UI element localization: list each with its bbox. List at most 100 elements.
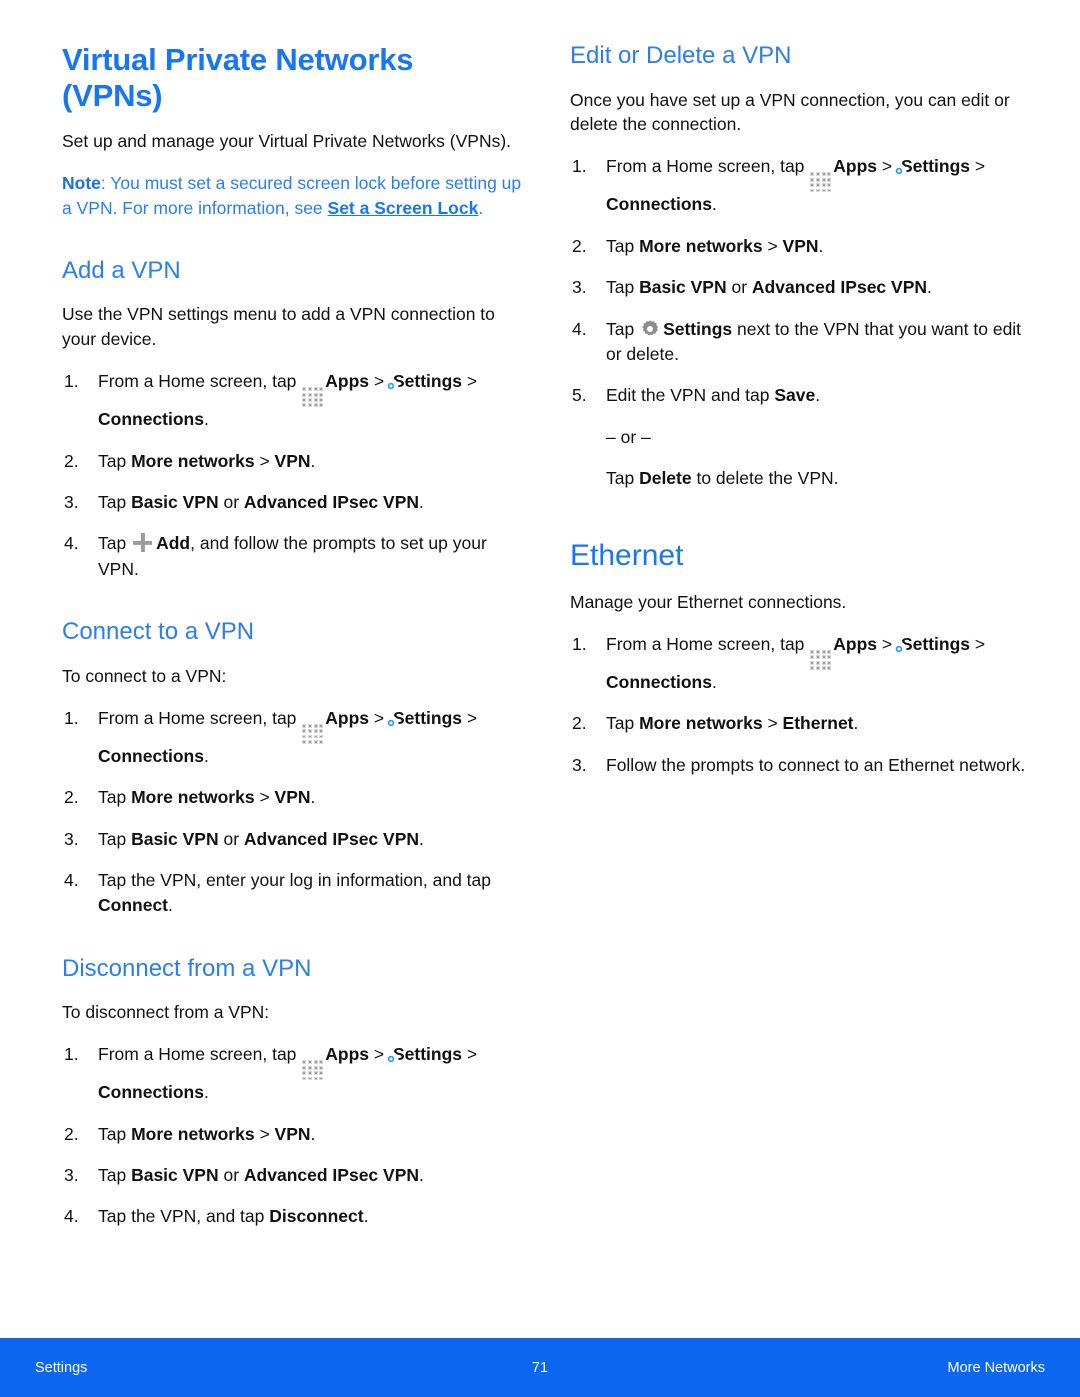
list-item: 3. Tap Basic VPN or Advanced IPsec VPN.	[570, 275, 1030, 300]
list-item: 2. Tap More networks > VPN.	[570, 234, 1030, 259]
apps-grid-icon	[810, 172, 832, 193]
sep: >	[254, 787, 275, 808]
settings-label: Settings	[663, 318, 733, 339]
footer-topic-label: More Networks	[947, 1359, 1046, 1376]
step-text: Tap	[606, 277, 640, 298]
heading-add-a-vpn: Add a VPN	[62, 256, 181, 284]
period: .	[168, 895, 173, 916]
more-networks-label: More networks	[131, 450, 255, 471]
step-number: 4.	[572, 318, 587, 339]
step-number: 3.	[572, 277, 587, 298]
period: .	[310, 1123, 316, 1144]
period: .	[419, 828, 424, 849]
disconnect-from-a-vpn-steps: 1. From a Home screen, tap Apps > Setting…	[62, 1042, 522, 1230]
period: .	[203, 745, 209, 766]
list-item: 1. From a Home screen, tap Apps > Setting…	[570, 154, 1030, 218]
note-paragraph: Note: You must set a secured screen lock…	[62, 171, 522, 221]
connections-label: Connections	[98, 409, 204, 430]
more-networks-label: More networks	[131, 1123, 255, 1144]
heading-ethernet: Ethernet	[570, 539, 684, 573]
delete-label: Delete	[639, 468, 692, 489]
step-number: 3.	[572, 754, 587, 775]
apps-label: Apps	[325, 371, 370, 392]
step-text: From a Home screen, tap	[98, 707, 302, 728]
page-title: Virtual Private Networks (VPNs)	[62, 42, 414, 113]
settings-label: Settings	[392, 707, 463, 728]
connect-intro: To connect to a VPN:	[62, 665, 227, 686]
page-number: 71	[531, 1359, 549, 1376]
basic-vpn-label: Basic VPN	[639, 277, 727, 298]
step-text: Tap	[98, 1165, 132, 1186]
vpn-label: VPN	[782, 235, 819, 256]
period: .	[419, 1165, 424, 1186]
step-number: 2.	[64, 450, 79, 471]
list-item: 1. From a Home screen, tap Apps > Setting…	[570, 632, 1030, 696]
page-footer: Settings 71 More Networks	[0, 1338, 1080, 1397]
heading-edit-or-delete-a-vpn: Edit or Delete a VPN	[570, 42, 792, 69]
period: .	[818, 235, 824, 256]
sep: or	[218, 828, 244, 849]
step-text: Tap	[98, 787, 132, 808]
period: .	[203, 409, 209, 430]
list-item: 1. From a Home screen, tap Apps > Setting…	[62, 369, 522, 433]
apps-label: Apps	[833, 156, 878, 177]
settings-label: Settings	[900, 156, 971, 177]
gear-icon	[642, 319, 659, 336]
apps-label: Apps	[833, 633, 878, 654]
ethernet-label: Ethernet	[782, 713, 854, 734]
set-a-screen-lock-link[interactable]: Set a Screen Lock	[328, 198, 479, 218]
step-text: Tap the VPN, and tap	[98, 1206, 270, 1227]
step-number: 1.	[572, 633, 587, 654]
delete-alternative: Tap Delete to delete the VPN.	[570, 466, 1030, 491]
period: .	[310, 787, 316, 808]
step-text: From a Home screen, tap	[98, 1044, 302, 1065]
plus-add-icon	[133, 533, 152, 552]
list-item: 3. Tap Basic VPN or Advanced IPsec VPN.	[62, 490, 522, 515]
sep: >	[254, 1123, 275, 1144]
vpn-label: VPN	[274, 787, 311, 808]
connect-label: Connect	[98, 895, 168, 916]
settings-label: Settings	[392, 1044, 463, 1065]
step-text: Tap	[98, 533, 132, 554]
or-separator: – or –	[606, 426, 651, 447]
list-item: 2. Tap More networks > Ethernet.	[570, 711, 1030, 736]
period: .	[927, 277, 932, 298]
settings-label: Settings	[900, 633, 971, 654]
sep2: >	[462, 707, 478, 728]
step-number: 3.	[64, 828, 79, 849]
step-text: Tap	[606, 235, 640, 256]
apps-grid-icon	[302, 723, 324, 744]
step-number: 2.	[572, 713, 587, 734]
connect-to-a-vpn-steps: 1. From a Home screen, tap Apps > Setting…	[62, 706, 522, 919]
advanced-ipsec-vpn-label: Advanced IPsec VPN	[243, 828, 419, 849]
list-item: 4. Tap the VPN, enter your log in informa…	[62, 868, 522, 919]
step-text: Follow the prompts to connect to an Ethe…	[606, 754, 1026, 775]
left-column: Virtual Private Networks (VPNs) Set up a…	[62, 42, 522, 1246]
intro-paragraph: Set up and manage your Virtual Private N…	[62, 131, 512, 152]
period: .	[815, 385, 821, 406]
list-item: 1. From a Home screen, tap Apps > Setting…	[62, 1042, 522, 1106]
list-item: 4. Tap Add, and follow the prompts to set…	[62, 531, 522, 582]
step-number: 1.	[64, 1044, 79, 1065]
connections-label: Connections	[98, 745, 204, 766]
period: .	[310, 450, 316, 471]
step-text: Tap	[606, 713, 640, 734]
period: .	[711, 672, 717, 693]
step-text: Tap	[606, 318, 640, 339]
step-number: 2.	[64, 1123, 79, 1144]
add-intro: Use the VPN settings menu to add a VPN c…	[62, 304, 495, 350]
step-text: From a Home screen, tap	[606, 633, 810, 654]
list-item: 3. Tap Basic VPN or Advanced IPsec VPN.	[62, 1163, 522, 1188]
step-number: 5.	[572, 385, 587, 406]
apps-label: Apps	[325, 707, 370, 728]
step-text: Tap the VPN, enter your log in informati…	[98, 869, 492, 890]
apps-grid-icon	[302, 387, 324, 408]
vpn-label: VPN	[274, 1123, 311, 1144]
ethernet-steps: 1. From a Home screen, tap Apps > Setting…	[570, 632, 1030, 778]
list-item: 2. Tap More networks > VPN.	[62, 1122, 522, 1147]
more-networks-label: More networks	[639, 713, 763, 734]
advanced-ipsec-vpn-label: Advanced IPsec VPN	[751, 277, 927, 298]
sep2: >	[970, 156, 986, 177]
connections-label: Connections	[98, 1082, 204, 1103]
step-number: 1.	[572, 156, 587, 177]
